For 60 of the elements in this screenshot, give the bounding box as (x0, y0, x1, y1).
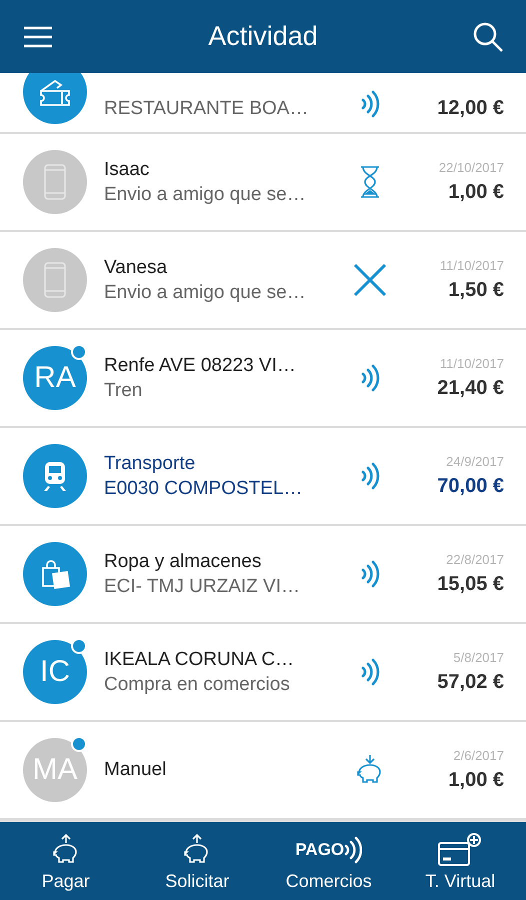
transaction-title: Ropa y almacenes (104, 550, 262, 572)
transaction-description: Envio a amigo que se… (104, 184, 307, 206)
screen-title: Actividad (208, 21, 318, 52)
search-icon[interactable] (472, 20, 504, 52)
transaction-amount: 57,02 € (437, 671, 504, 694)
transaction-amount: 1,00 € (448, 181, 504, 204)
transaction-date: 11/10/2017 (440, 356, 504, 371)
transaction-description: E0030 COMPOSTEL… (104, 478, 304, 500)
shopping-bags-icon (39, 558, 71, 590)
transaction-description: Tren (104, 380, 144, 402)
hourglass-icon (359, 166, 381, 198)
transaction-amount: 12,00 € (437, 97, 504, 120)
transaction-date: 22/8/2017 (446, 552, 504, 567)
transaction-title: Renfe AVE 08223 VI… (104, 354, 297, 376)
transaction-date: 2/6/2017 (453, 748, 504, 763)
ticket-icon (38, 77, 72, 107)
transaction-date: 5/8/2017 (453, 650, 504, 665)
transaction-row[interactable]: Ropa y almacenes ECI- TMJ URZAIZ VI… 22/8/2017 15,05 € (0, 526, 526, 624)
transaction-description: RESTAURANTE BOA… (104, 98, 310, 120)
transaction-title: Manuel (104, 759, 168, 781)
transaction-title: Isaac (104, 158, 150, 180)
avatar-initials: IC (40, 655, 70, 689)
nav-tab[interactable]: Pagar (0, 822, 132, 900)
transaction-row[interactable]: RESTAURANTE BOA… 12,00 € (0, 73, 526, 134)
transaction-description: Envio a amigo que se… (104, 282, 307, 304)
transaction-amount: 1,00 € (448, 769, 504, 792)
transaction-date: 22/10/2017 (438, 160, 504, 175)
phone-icon (44, 164, 66, 200)
transaction-row[interactable]: IC IKEALA CORUNA C… Compra en comercios 5/8/2017 57,02 € (0, 624, 526, 722)
contactless-icon (360, 460, 380, 492)
transaction-date: 24/9/2017 (446, 454, 504, 469)
phone-icon (44, 262, 66, 298)
contactless-icon (360, 558, 380, 590)
train-icon (41, 460, 69, 492)
add-card-icon (437, 833, 484, 867)
logo-text: PAGO (295, 840, 344, 860)
menu-icon[interactable] (22, 24, 54, 48)
nav-tab[interactable]: Solicitar (132, 822, 263, 900)
transaction-row[interactable]: Transporte E0030 COMPOSTEL… 24/9/2017 70,00 € (0, 428, 526, 526)
close-icon (353, 263, 387, 297)
transaction-amount: 70,00 € (437, 475, 504, 498)
transaction-amount: 15,05 € (437, 573, 504, 596)
transaction-title: Transporte (104, 452, 196, 474)
nav-tab[interactable]: T. Virtual (394, 822, 526, 900)
transaction-description: Compra en comercios (104, 674, 291, 696)
transaction-title: Vanesa (104, 256, 168, 278)
transaction-amount: 21,40 € (437, 377, 504, 400)
transaction-row[interactable]: Vanesa Envio a amigo que se… 11/10/2017 1,50 € (0, 232, 526, 330)
transaction-row[interactable]: Isaac Envio a amigo que se… 22/10/2017 1,00 € (0, 134, 526, 232)
contactless-icon (360, 88, 380, 120)
contactless-icon (360, 362, 380, 394)
avatar-initials: RA (34, 361, 76, 395)
contactless-icon (344, 835, 362, 865)
nav-tab[interactable]: PAGO Comercios (263, 822, 394, 900)
transaction-row[interactable]: RA Renfe AVE 08223 VI… Tren 11/10/2017 21,40 € (0, 330, 526, 428)
transaction-amount: 1,50 € (448, 279, 504, 302)
transaction-description: ECI- TMJ URZAIZ VI… (104, 576, 301, 598)
transaction-date: 11/10/2017 (440, 258, 504, 273)
contactless-icon (360, 656, 380, 688)
transaction-title: IKEALA CORUNA C… (104, 648, 296, 670)
